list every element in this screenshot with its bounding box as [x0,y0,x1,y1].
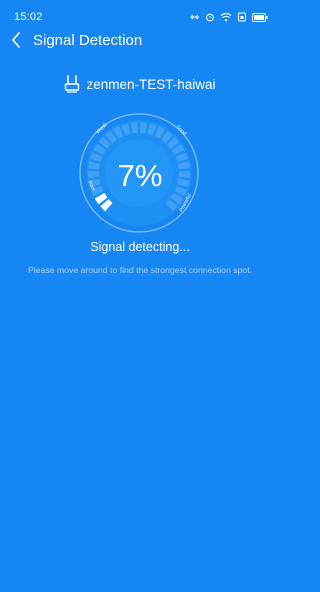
title-bar: Signal Detection [0,28,280,54]
back-arrow-icon [12,32,20,48]
detection-status: Signal detecting... [90,240,190,254]
network-name: zenmen-TEST-haiwai [86,76,216,92]
status-time: 15:02 [14,11,43,23]
back-button[interactable] [8,28,26,52]
battery-icon [252,12,268,22]
network-info: zenmen-TEST-haiwai [0,74,280,94]
sim-icon [238,12,246,22]
detection-hint: Please move around to find the strongest… [27,265,253,275]
scale-label-good: Good [175,124,188,137]
page-title: Signal Detection [33,32,143,49]
router-icon [65,75,80,93]
signal-percentage: 7% [117,158,163,193]
alarm-icon [206,13,214,22]
wifi-icon [220,12,232,22]
status-icons [190,10,268,24]
usb-icon [190,14,199,20]
